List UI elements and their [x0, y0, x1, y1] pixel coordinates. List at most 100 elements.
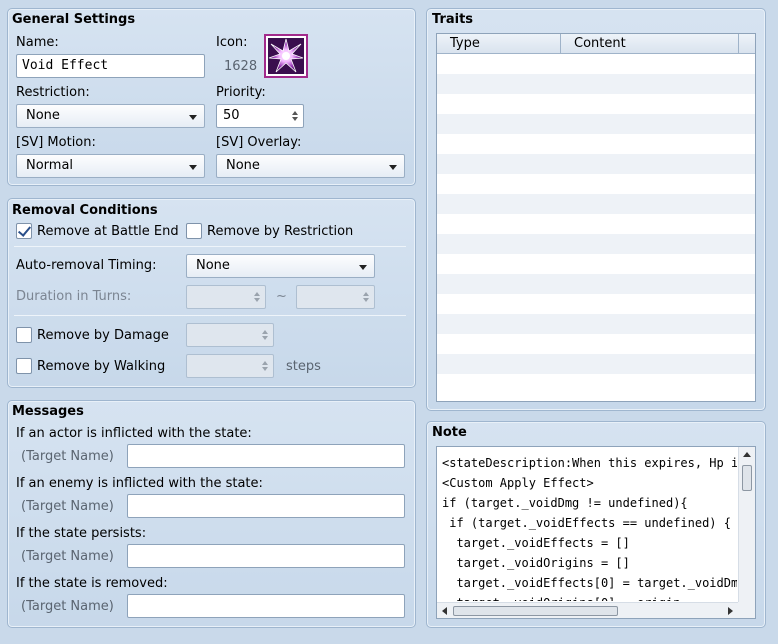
- remove-by-restriction-label[interactable]: Remove by Restriction: [207, 224, 353, 239]
- spin-down-icon[interactable]: [254, 298, 260, 302]
- void-star-icon: [268, 38, 304, 74]
- traits-list[interactable]: Type Content: [436, 33, 756, 402]
- sv-motion-label: [SV] Motion:: [16, 135, 96, 150]
- scroll-corner: [738, 602, 755, 618]
- table-row[interactable]: [437, 374, 755, 394]
- messages-title: Messages: [12, 404, 84, 419]
- chevron-down-icon: [189, 165, 197, 170]
- spin-down-icon[interactable]: [262, 367, 268, 371]
- table-row[interactable]: [437, 54, 755, 74]
- duration-min-spinner[interactable]: [186, 285, 266, 309]
- column-header-type[interactable]: Type: [437, 34, 561, 54]
- actor-message-field[interactable]: [127, 444, 405, 468]
- auto-timing-value: None: [196, 258, 230, 273]
- table-row[interactable]: [437, 334, 755, 354]
- restriction-select[interactable]: None: [16, 104, 205, 128]
- divider: [14, 315, 406, 316]
- name-label: Name:: [16, 35, 59, 50]
- table-row[interactable]: [437, 234, 755, 254]
- damage-percent-spinner[interactable]: [186, 323, 274, 347]
- target-name-label: (Target Name): [21, 549, 114, 564]
- walking-steps-spinner[interactable]: [186, 354, 274, 378]
- remove-battle-end-label[interactable]: Remove at Battle End: [37, 224, 179, 239]
- table-row[interactable]: [437, 294, 755, 314]
- duration-max-spinner[interactable]: [296, 285, 375, 309]
- sv-overlay-value: None: [226, 158, 260, 173]
- remove-by-restriction-checkbox[interactable]: [186, 223, 202, 239]
- chevron-down-icon: [359, 265, 367, 270]
- removal-conditions-title: Removal Conditions: [12, 203, 158, 218]
- chevron-down-icon: [189, 115, 197, 120]
- table-row[interactable]: [437, 314, 755, 334]
- spin-up-icon[interactable]: [292, 111, 298, 115]
- sv-motion-value: Normal: [26, 158, 74, 173]
- restriction-label: Restriction:: [16, 85, 90, 100]
- duration-label: Duration in Turns:: [16, 289, 132, 304]
- sv-overlay-label: [SV] Overlay:: [216, 135, 302, 150]
- actor-message-label: If an actor is inflicted with the state:: [16, 426, 252, 441]
- column-header-content[interactable]: Content: [561, 34, 739, 54]
- divider: [14, 246, 406, 247]
- vertical-scrollbar[interactable]: [738, 447, 755, 603]
- remove-battle-end-checkbox[interactable]: [16, 223, 32, 239]
- table-row[interactable]: [437, 214, 755, 234]
- scroll-right-icon[interactable]: [728, 607, 733, 615]
- priority-spinner[interactable]: 50: [216, 104, 304, 128]
- priority-value: 50: [223, 108, 240, 123]
- scroll-up-icon[interactable]: [743, 452, 751, 457]
- spin-down-icon[interactable]: [363, 298, 369, 302]
- auto-timing-select[interactable]: None: [186, 254, 375, 278]
- state-icon-button[interactable]: [264, 34, 308, 78]
- sv-motion-select[interactable]: Normal: [16, 154, 205, 178]
- remove-by-walking-checkbox[interactable]: [16, 358, 32, 374]
- traits-header: Type Content: [437, 34, 755, 54]
- remove-by-walking-label[interactable]: Remove by Walking: [37, 359, 165, 374]
- target-name-label: (Target Name): [21, 499, 114, 514]
- table-row[interactable]: [437, 94, 755, 114]
- removed-message-field[interactable]: [127, 594, 405, 618]
- table-row[interactable]: [437, 74, 755, 94]
- remove-by-damage-label[interactable]: Remove by Damage: [37, 328, 169, 343]
- traits-title: Traits: [432, 12, 474, 27]
- spin-up-icon[interactable]: [262, 330, 268, 334]
- enemy-message-label: If an enemy is inflicted with the state:: [16, 476, 263, 491]
- spin-up-icon[interactable]: [363, 292, 369, 296]
- scroll-thumb[interactable]: [453, 606, 618, 616]
- chevron-down-icon: [389, 165, 397, 170]
- table-row[interactable]: [437, 154, 755, 174]
- removed-message-label: If the state is removed:: [16, 576, 168, 591]
- note-textarea[interactable]: <stateDescription:When this expires, Hp …: [436, 446, 756, 619]
- spin-up-icon[interactable]: [262, 361, 268, 365]
- target-name-label: (Target Name): [21, 449, 114, 464]
- enemy-message-field[interactable]: [127, 494, 405, 518]
- icon-index: 1628: [224, 59, 258, 74]
- horizontal-scrollbar[interactable]: [437, 602, 739, 618]
- note-text[interactable]: <stateDescription:When this expires, Hp …: [442, 453, 737, 601]
- general-settings-title: General Settings: [12, 12, 136, 27]
- table-row[interactable]: [437, 254, 755, 274]
- priority-label: Priority:: [216, 85, 266, 100]
- icon-label: Icon:: [216, 35, 248, 50]
- remove-by-damage-checkbox[interactable]: [16, 327, 32, 343]
- persists-message-label: If the state persists:: [16, 526, 147, 541]
- scroll-left-icon[interactable]: [442, 607, 447, 615]
- table-row[interactable]: [437, 174, 755, 194]
- note-title: Note: [432, 425, 467, 440]
- spin-down-icon[interactable]: [292, 117, 298, 121]
- duration-separator: ~: [276, 289, 287, 304]
- auto-timing-label: Auto-removal Timing:: [16, 258, 157, 273]
- sv-overlay-select[interactable]: None: [216, 154, 405, 178]
- table-row[interactable]: [437, 274, 755, 294]
- persists-message-field[interactable]: [127, 544, 405, 568]
- steps-label: steps: [286, 359, 321, 374]
- spin-up-icon[interactable]: [254, 292, 260, 296]
- target-name-label: (Target Name): [21, 599, 114, 614]
- table-row[interactable]: [437, 134, 755, 154]
- table-row[interactable]: [437, 194, 755, 214]
- table-row[interactable]: [437, 354, 755, 374]
- scroll-thumb[interactable]: [742, 465, 752, 491]
- table-row[interactable]: [437, 114, 755, 134]
- spin-down-icon[interactable]: [262, 336, 268, 340]
- restriction-value: None: [26, 108, 60, 123]
- name-field[interactable]: Void Effect: [16, 54, 205, 78]
